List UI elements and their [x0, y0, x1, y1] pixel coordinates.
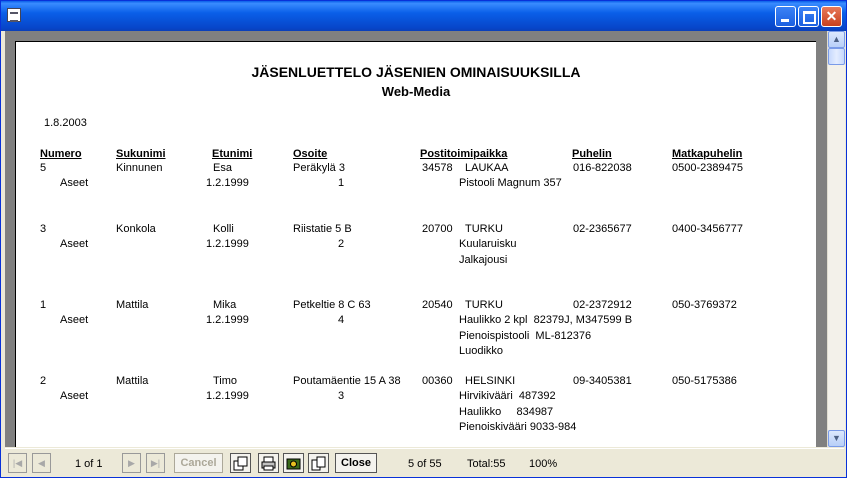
member-sukunimi: Mattila — [116, 299, 149, 311]
report-page: JÄSENLUETTELO JÄSENIEN OMINAISUUKSILLA W… — [15, 41, 816, 447]
member-etunimi: Mika — [213, 299, 237, 311]
member-postinumero: 20700 — [422, 223, 453, 235]
last-page-icon[interactable]: ▶| — [146, 453, 165, 473]
member-asset: Pistooli Magnum 357 — [459, 177, 562, 189]
minimize-button[interactable] — [775, 6, 796, 27]
member-asset-count: 1 — [338, 177, 345, 189]
member-asset-count: 2 — [338, 238, 345, 250]
member-postinumero: 20540 — [422, 299, 453, 311]
member-date: 1.2.1999 — [206, 238, 249, 250]
record-total: Total:55 — [467, 458, 506, 470]
page-indicator: 1 of 1 — [75, 458, 103, 470]
column-header-etunimi: Etunimi — [212, 148, 253, 160]
member-asset: Haulikko 2 kpl 82379J, M347599 B — [459, 314, 633, 326]
member-assets-label: Aseet — [60, 238, 89, 250]
member-osoite: Riistatie 5 B — [293, 223, 352, 235]
member-sukunimi: Kinnunen — [116, 162, 163, 174]
member-asset: Hirvikivääri 487392 — [459, 390, 556, 402]
member-puhelin: 02-2365677 — [573, 223, 632, 235]
member-sukunimi: Konkola — [116, 223, 156, 235]
member-asset: Luodikko — [459, 345, 504, 357]
member-sukunimi: Mattila — [116, 375, 149, 387]
report-title: JÄSENLUETTELO JÄSENIEN OMINAISUUKSILLA — [251, 64, 581, 80]
member-numero: 3 — [40, 223, 47, 235]
close-window-button[interactable]: ✕ — [821, 6, 842, 27]
viewer-toolbar: |◀ ◀ 1 of 1 ▶ ▶| Cancel Close 5 of 55 To… — [5, 448, 844, 476]
scroll-thumb[interactable] — [828, 48, 845, 65]
member-postitoimipaikka: HELSINKI — [465, 375, 516, 387]
camera-icon[interactable] — [283, 453, 304, 473]
member-osoite: Poutamäentie 15 A 38 — [293, 375, 401, 387]
member-osoite: Peräkylä 3 — [293, 162, 345, 174]
member-date: 1.2.1999 — [206, 390, 249, 402]
print-icon[interactable] — [258, 453, 279, 473]
member-asset: Pienoispistooli ML-812376 — [459, 329, 592, 342]
member-date: 1.2.1999 — [206, 177, 249, 189]
member-etunimi: Esa — [213, 162, 232, 174]
next-page-icon[interactable]: ▶ — [122, 453, 141, 473]
member-puhelin: 016-822038 — [573, 162, 632, 174]
member-etunimi: Kolli — [213, 223, 234, 235]
column-header-numero: Numero — [40, 148, 82, 160]
member-matkapuhelin: 050-5175386 — [672, 375, 737, 387]
member-numero: 5 — [40, 162, 47, 174]
member-puhelin: 02-2372912 — [573, 299, 632, 311]
member-assets-label: Aseet — [60, 177, 89, 189]
member-asset: Jalkajousi — [459, 253, 508, 266]
member-osoite: Petkeltie 8 C 63 — [293, 299, 371, 311]
close-icon: ✕ — [825, 8, 838, 24]
member-puhelin: 09-3405381 — [573, 375, 632, 387]
report-date: 1.8.2003 — [44, 117, 87, 129]
member-asset-count: 4 — [338, 314, 345, 326]
member-asset-count: 3 — [338, 390, 345, 402]
member-postinumero: 34578 — [422, 162, 453, 174]
member-etunimi: Timo — [213, 375, 238, 387]
member-date: 1.2.1999 — [206, 314, 249, 326]
export-icon[interactable] — [230, 453, 251, 473]
cancel-button[interactable]: Cancel — [174, 453, 223, 473]
report-subtitle: Web-Media — [381, 84, 451, 99]
report-viewer[interactable]: JÄSENLUETTELO JÄSENIEN OMINAISUUKSILLA W… — [5, 31, 827, 447]
column-header-matkapuhelin: Matkapuhelin — [672, 148, 743, 160]
record-status: 5 of 55 — [408, 458, 442, 470]
scroll-up-icon[interactable]: ▲ — [828, 31, 845, 48]
member-asset: Haulikko 834987 — [459, 405, 554, 418]
member-numero: 2 — [40, 375, 47, 387]
member-matkapuhelin: 0400-3456777 — [672, 223, 743, 235]
column-header-osoite: Osoite — [293, 148, 328, 160]
maximize-button[interactable] — [798, 6, 819, 27]
member-postitoimipaikka: TURKU — [465, 299, 503, 311]
app-icon[interactable] — [7, 8, 21, 22]
member-matkapuhelin: 0500-2389475 — [672, 162, 743, 174]
member-matkapuhelin: 050-3769372 — [672, 299, 737, 311]
member-assets-label: Aseet — [60, 390, 89, 402]
column-header-puhelin: Puhelin — [572, 148, 612, 160]
scroll-down-icon[interactable]: ▼ — [828, 430, 845, 447]
member-postitoimipaikka: LAUKAA — [465, 162, 509, 174]
copy-icon[interactable] — [308, 453, 329, 473]
member-numero: 1 — [40, 299, 47, 311]
report-window: ✕ JÄSENLUETTELO JÄSENIEN OMINAISUUKSILLA… — [0, 0, 847, 478]
column-header-sukunimi: Sukunimi — [116, 148, 166, 160]
member-postinumero: 00360 — [422, 375, 453, 387]
column-header-postitoimipaikka: Postitoimipaikka — [420, 148, 508, 160]
close-button[interactable]: Close — [335, 453, 377, 473]
member-asset: Kuularuisku — [459, 238, 517, 250]
vertical-scrollbar[interactable]: ▲ ▼ — [827, 31, 845, 447]
previous-page-icon[interactable]: ◀ — [32, 453, 51, 473]
title-bar[interactable]: ✕ — [1, 1, 846, 31]
member-asset: Pienoiskivääri 9033-984 — [459, 421, 577, 433]
zoom-level: 100% — [529, 458, 558, 470]
member-postitoimipaikka: TURKU — [465, 223, 503, 235]
member-assets-label: Aseet — [60, 314, 89, 326]
first-page-icon[interactable]: |◀ — [8, 453, 27, 473]
